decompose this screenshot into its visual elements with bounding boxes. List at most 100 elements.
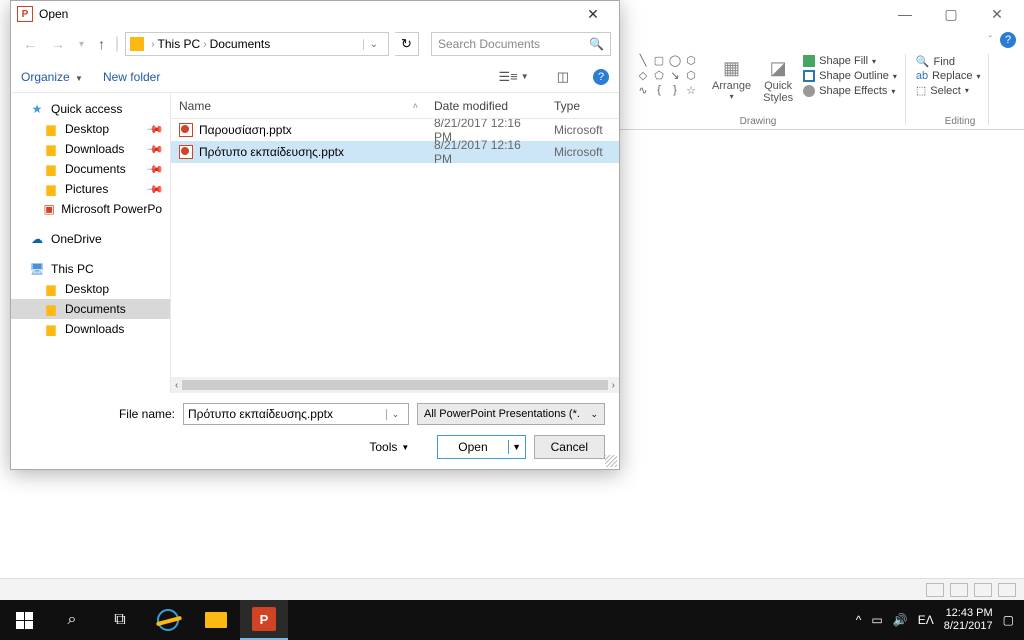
task-view-button[interactable]: ⧉ — [96, 600, 144, 640]
replace-button[interactable]: abReplace▾ — [916, 69, 981, 83]
forward-button[interactable]: → — [47, 36, 69, 52]
column-name[interactable]: Name˄ — [171, 99, 426, 113]
slideshow-view-button[interactable] — [998, 583, 1016, 597]
reading-view-button[interactable] — [974, 583, 992, 597]
recent-dropdown[interactable]: ▾ — [75, 39, 88, 50]
navigation-tree[interactable]: ★Quick access ▆Desktop📌 ▆Downloads📌 ▆Doc… — [11, 93, 171, 393]
tree-documents[interactable]: ▆Documents📌 — [11, 159, 170, 179]
folder-icon: ▆ — [43, 162, 59, 176]
quick-styles-icon: ◪ — [766, 56, 790, 80]
shape-effects-button[interactable]: Shape Effects▾ — [803, 84, 897, 98]
open-button[interactable]: Open ▼ — [437, 435, 525, 459]
pptx-icon — [179, 123, 193, 137]
tree-downloads-2[interactable]: ▆Downloads — [11, 319, 170, 339]
explorer-button[interactable] — [192, 600, 240, 640]
app-status-bar — [0, 578, 1024, 600]
dialog-help-icon[interactable]: ? — [593, 69, 609, 85]
resize-grip[interactable] — [605, 455, 617, 467]
task-view-icon: ⧉ — [114, 611, 125, 629]
quick-styles-button[interactable]: ◪ Quick Styles — [757, 54, 799, 106]
scroll-right-icon[interactable]: › — [612, 380, 615, 391]
battery-icon[interactable]: ▭ — [871, 613, 882, 627]
file-type-filter[interactable]: All PowerPoint Presentations (*. ⌄ — [417, 403, 605, 425]
tree-pictures[interactable]: ▆Pictures📌 — [11, 179, 170, 199]
new-folder-button[interactable]: New folder — [103, 70, 160, 84]
preview-pane-button[interactable]: ◫ — [553, 69, 573, 85]
tree-desktop[interactable]: ▆Desktop📌 — [11, 119, 170, 139]
filename-history-dropdown[interactable]: ⌄ — [386, 409, 404, 420]
tree-desktop-2[interactable]: ▆Desktop — [11, 279, 170, 299]
column-date[interactable]: Date modified — [426, 99, 546, 113]
search-input[interactable]: Search Documents 🔍 — [431, 32, 611, 56]
filename-input[interactable]: Πρότυπο εκπαίδευσης.pptx ⌄ — [183, 403, 409, 425]
language-indicator[interactable]: ΕΛ — [918, 613, 934, 627]
dialog-toolbar: Organize ▼ New folder ☰≡ ▼ ◫ ? — [11, 61, 619, 93]
breadcrumb-documents[interactable]: Documents — [210, 37, 271, 51]
pin-icon: 📌 — [146, 160, 165, 179]
cancel-button[interactable]: Cancel — [534, 435, 605, 459]
powerpoint-taskbar-button[interactable]: P — [240, 600, 288, 640]
ribbon-collapse-icon[interactable]: ˇ — [989, 35, 992, 46]
view-options-button[interactable]: ☰≡ ▼ — [495, 69, 533, 85]
volume-icon[interactable]: 🔊 — [893, 613, 908, 627]
editing-group-label: Editing — [896, 116, 1024, 127]
powerpoint-icon: ▣ — [43, 202, 55, 216]
powerpoint-icon: P — [17, 6, 33, 22]
notifications-icon[interactable]: ▢ — [1003, 613, 1014, 627]
tree-this-pc[interactable]: 🖥This PC — [11, 259, 170, 279]
column-type[interactable]: Type — [546, 99, 619, 113]
file-list[interactable]: Παρουσίαση.pptx 8/21/2017 12:16 PM Micro… — [171, 119, 619, 377]
folder-icon: ▆ — [43, 302, 59, 316]
scroll-left-icon[interactable]: ‹ — [175, 380, 178, 391]
up-button[interactable]: ↑ — [94, 36, 109, 52]
find-button[interactable]: 🔍Find — [916, 54, 981, 69]
folder-icon: ▆ — [43, 142, 59, 156]
app-close-button[interactable]: ✕ — [974, 0, 1020, 28]
open-dropdown[interactable]: ▼ — [509, 442, 525, 452]
tools-button[interactable]: Tools ▼ — [369, 440, 409, 454]
breadcrumb-this-pc[interactable]: This PC — [158, 37, 201, 51]
clock[interactable]: 12:43 PM 8/21/2017 — [944, 607, 993, 633]
breadcrumb-bar[interactable]: › This PC › Documents ⌄ — [125, 32, 389, 56]
arrange-icon: ▦ — [720, 56, 744, 80]
arrange-button[interactable]: ▦ Arrange ▾ — [706, 54, 757, 103]
search-button[interactable]: ⌕ — [48, 600, 96, 640]
app-minimize-button[interactable]: — — [882, 0, 928, 28]
tray-chevron-icon[interactable]: ^ — [856, 613, 862, 627]
app-maximize-button[interactable]: ▢ — [928, 0, 974, 28]
powerpoint-icon: P — [252, 607, 276, 631]
dialog-titlebar: P Open ✕ — [11, 1, 619, 27]
tree-ms-powerpoint[interactable]: ▣Microsoft PowerPo — [11, 199, 170, 219]
tree-quick-access[interactable]: ★Quick access — [11, 99, 170, 119]
folder-icon: ▆ — [43, 182, 59, 196]
tree-onedrive[interactable]: ☁OneDrive — [11, 229, 170, 249]
file-row[interactable]: Πρότυπο εκπαίδευσης.pptx 8/21/2017 12:16… — [171, 141, 619, 163]
path-dropdown[interactable]: ⌄ — [363, 39, 384, 50]
pin-icon: 📌 — [146, 180, 165, 199]
help-icon[interactable]: ? — [1000, 32, 1016, 48]
ribbon: ╲▢◯⬡ ◇⬠↘⬡ ∿{}☆ ▦ Arrange ▾ ◪ Quick Style… — [620, 50, 1024, 130]
windows-icon — [16, 612, 33, 629]
horizontal-scrollbar[interactable]: ‹ › — [171, 377, 619, 393]
file-row[interactable]: Παρουσίαση.pptx 8/21/2017 12:16 PM Micro… — [171, 119, 619, 141]
drawing-group-label: Drawing — [620, 116, 896, 127]
shape-fill-button[interactable]: Shape Fill▾ — [803, 54, 897, 68]
scroll-thumb[interactable] — [182, 380, 607, 390]
replace-icon: ab — [916, 70, 928, 82]
shapes-gallery[interactable]: ╲▢◯⬡ ◇⬠↘⬡ ∿{}☆ — [636, 54, 706, 97]
back-button[interactable]: ← — [19, 36, 41, 52]
select-button[interactable]: ⬚Select▾ — [916, 83, 981, 98]
organize-button[interactable]: Organize ▼ — [21, 70, 83, 84]
start-button[interactable] — [0, 600, 48, 640]
refresh-button[interactable]: ↻ — [395, 32, 419, 56]
shape-outline-button[interactable]: Shape Outline▾ — [803, 69, 897, 83]
ie-button[interactable] — [144, 600, 192, 640]
dialog-close-button[interactable]: ✕ — [573, 6, 613, 23]
dialog-title: Open — [39, 7, 573, 21]
tree-documents-2[interactable]: ▆Documents — [11, 299, 170, 319]
folder-icon: ▆ — [43, 282, 59, 296]
sorter-view-button[interactable] — [950, 583, 968, 597]
tree-downloads[interactable]: ▆Downloads📌 — [11, 139, 170, 159]
normal-view-button[interactable] — [926, 583, 944, 597]
dialog-nav-bar: ← → ▾ ↑ | › This PC › Documents ⌄ ↻ Sear… — [11, 27, 619, 61]
